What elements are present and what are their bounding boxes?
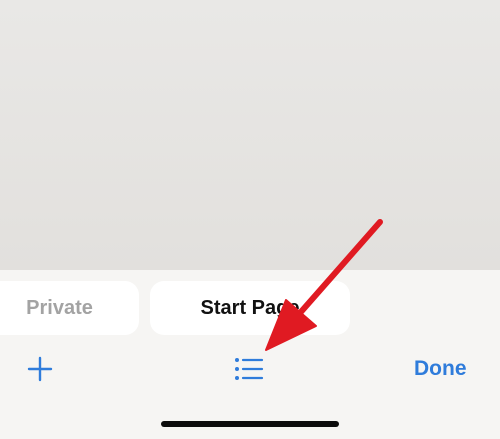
tab-group-private-label: Private [26,296,93,319]
tab-group-start-page[interactable]: Start Page [150,281,350,335]
tab-group-start-page-label: Start Page [200,296,300,319]
tab-group-private[interactable]: Private [0,281,139,335]
tab-overview-button[interactable] [233,356,265,382]
plus-icon [27,356,53,382]
done-button[interactable]: Done [414,355,467,383]
web-content-area [0,0,500,270]
home-indicator [161,421,339,427]
list-icon [235,358,264,380]
new-tab-button[interactable] [27,356,53,382]
